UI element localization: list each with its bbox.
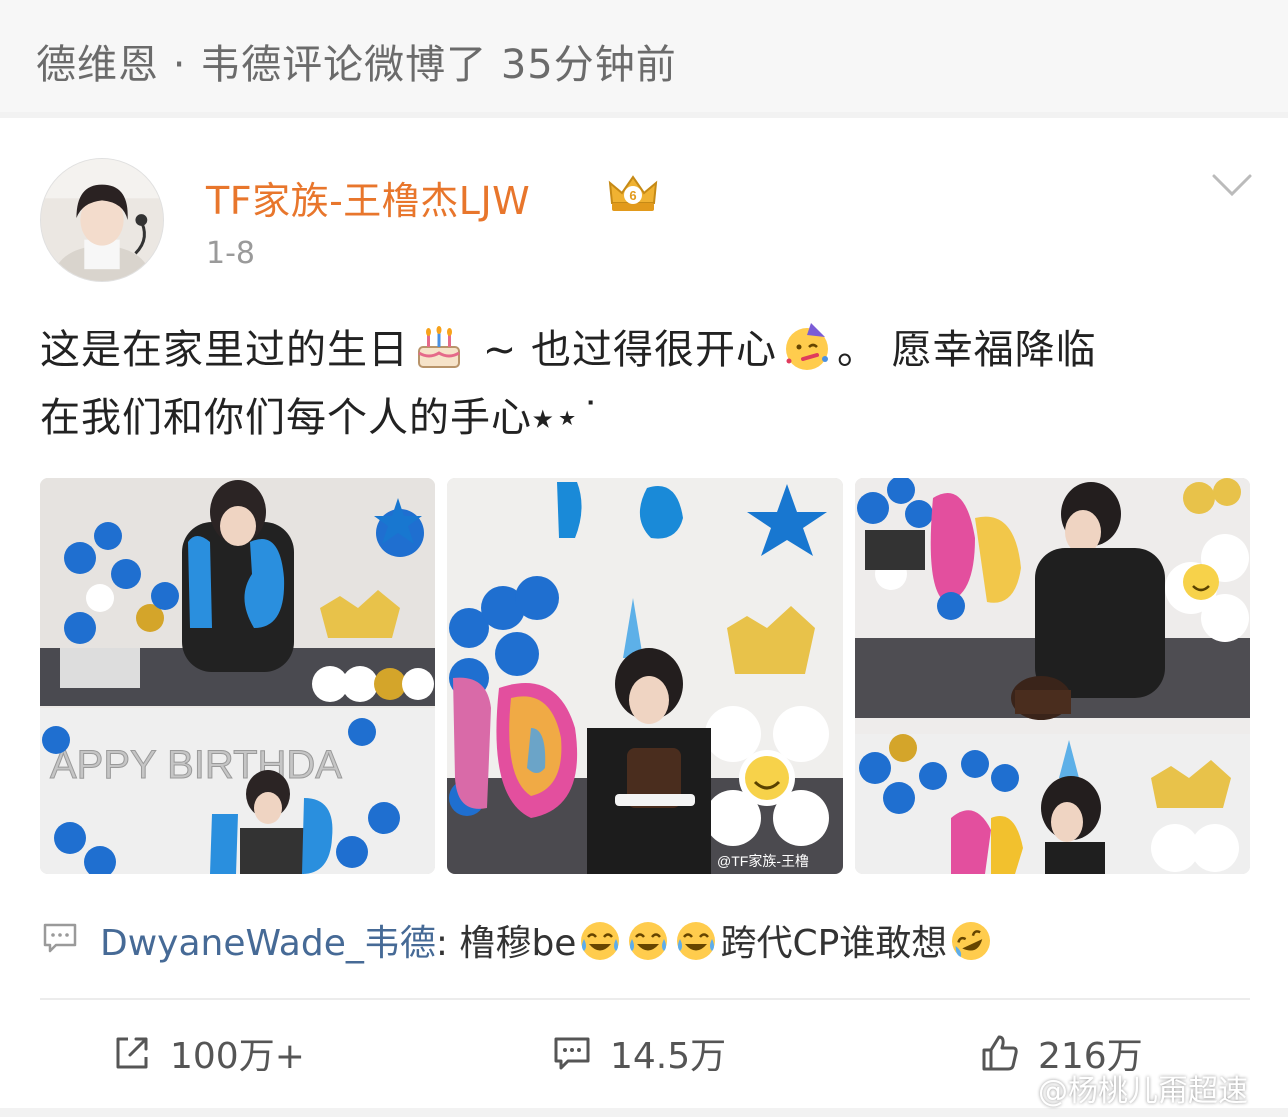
post-photo-2[interactable]: @TF家族-王橹 bbox=[447, 478, 843, 874]
comment-text-2: 跨代CP谁敢想 bbox=[720, 923, 948, 964]
weibo-post-card: TF家族-王橹杰LJW 6 1-8 这是在家里过的生日 ~ 也过得很开心 。 愿 bbox=[0, 118, 1288, 1108]
comment-count: 14.5万 bbox=[610, 1036, 727, 1077]
share-icon bbox=[116, 1037, 148, 1069]
comment-separator: : bbox=[435, 923, 460, 964]
post-photo-1[interactable]: APPY BIRTHDA bbox=[40, 478, 435, 874]
post-text-part-2: ~ 也过得很开心 bbox=[469, 327, 777, 373]
avatar[interactable] bbox=[40, 158, 164, 282]
post-text-part-1: 这是在家里过的生日 bbox=[40, 327, 409, 373]
partying-face-icon bbox=[785, 323, 828, 370]
post-date: 1-8 bbox=[206, 236, 255, 271]
thumbs-up-icon bbox=[982, 1035, 1018, 1071]
share-count: 100万+ bbox=[170, 1036, 305, 1077]
comment-icon bbox=[554, 1037, 590, 1070]
tears-of-joy-icon bbox=[581, 922, 620, 960]
comment-preview[interactable]: DwyaneWade_韦德: 橹穆be 跨代CP谁敢想 bbox=[40, 914, 1250, 964]
post-photo-3[interactable] bbox=[855, 478, 1250, 874]
photo-2-watermark: @TF家族-王橹 bbox=[717, 853, 809, 869]
divider bbox=[40, 998, 1250, 1000]
tears-of-joy-icon bbox=[677, 922, 716, 960]
tears-of-joy-icon bbox=[629, 922, 668, 960]
comment-notice-bar[interactable]: 德维恩 · 韦德评论微博了 35分钟前 bbox=[0, 0, 1288, 112]
comment-bubble-icon bbox=[43, 923, 77, 953]
comment-button[interactable]: 14.5万 bbox=[552, 1028, 726, 1078]
svg-text:APPY BIRTHDA: APPY BIRTHDA bbox=[50, 743, 342, 787]
rolling-laughing-icon bbox=[952, 922, 991, 960]
username[interactable]: TF家族-王橹杰LJW bbox=[206, 170, 530, 225]
post-text: 这是在家里过的生日 ~ 也过得很开心 。 愿幸福降临在我们和你们每个人的手心⭑⋆… bbox=[40, 316, 1250, 452]
post-text-part-3: 。 愿幸福降临 bbox=[836, 327, 1097, 373]
chevron-down-icon[interactable] bbox=[1210, 170, 1254, 200]
comment-author[interactable]: DwyaneWade_韦德 bbox=[100, 923, 436, 964]
post-text-part-4: 在我们和你们每个人的手心⭑⋆˙ bbox=[40, 395, 602, 441]
crown-badge-icon[interactable]: 6 bbox=[606, 173, 660, 217]
share-button[interactable]: 100万+ bbox=[112, 1028, 305, 1078]
comment-notice-text: 德维恩 · 韦德评论微博了 35分钟前 bbox=[36, 42, 677, 88]
watermark: @杨桃儿甭超速 bbox=[1038, 1074, 1248, 1109]
birthday-cake-icon bbox=[418, 326, 460, 368]
comment-text-1: 橹穆be bbox=[459, 923, 577, 964]
svg-text:6: 6 bbox=[629, 188, 636, 203]
